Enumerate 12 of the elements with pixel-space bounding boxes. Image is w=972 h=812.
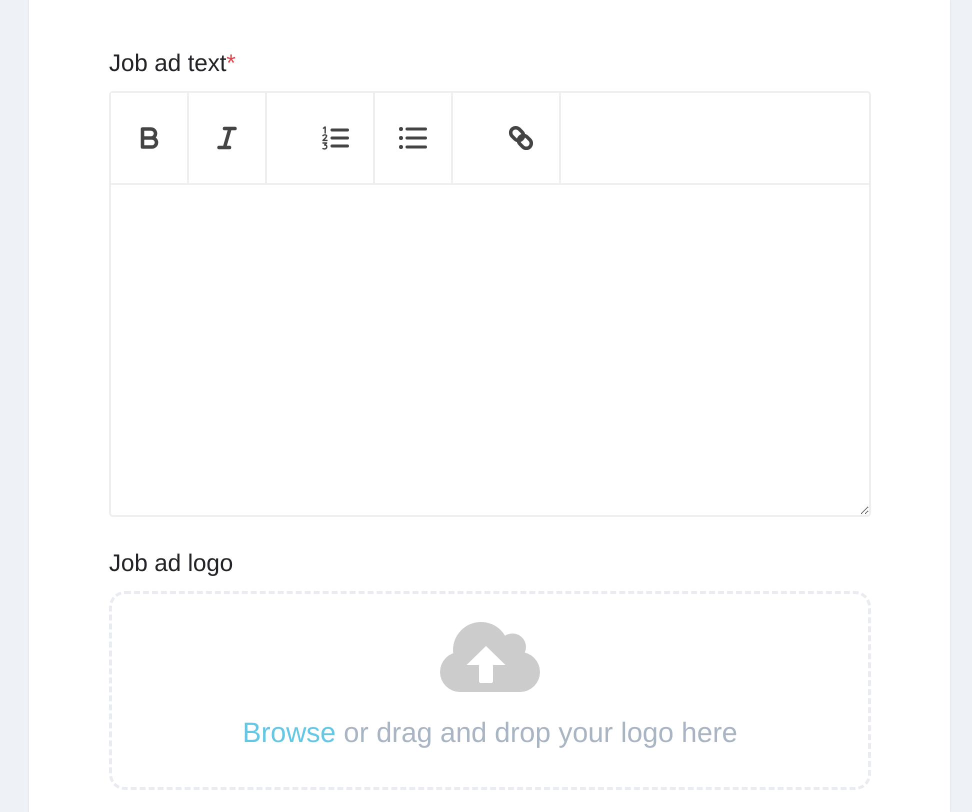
bold-icon: [140, 127, 158, 149]
italic-icon: [217, 126, 237, 150]
cloud-upload-icon: [440, 622, 540, 692]
bullet-list-icon: [399, 126, 427, 150]
numbered-list-icon: [322, 126, 348, 150]
field-label: Job ad text*: [109, 50, 236, 78]
browse-link[interactable]: Browse: [242, 717, 336, 748]
bold-button[interactable]: [111, 93, 189, 183]
upload-dropzone[interactable]: Browse or drag and drop your logo here: [109, 591, 871, 790]
link-icon: [507, 124, 535, 152]
upload-prompt: Browse or drag and drop your logo here: [242, 716, 738, 750]
field-label: Job ad logo: [109, 550, 234, 578]
